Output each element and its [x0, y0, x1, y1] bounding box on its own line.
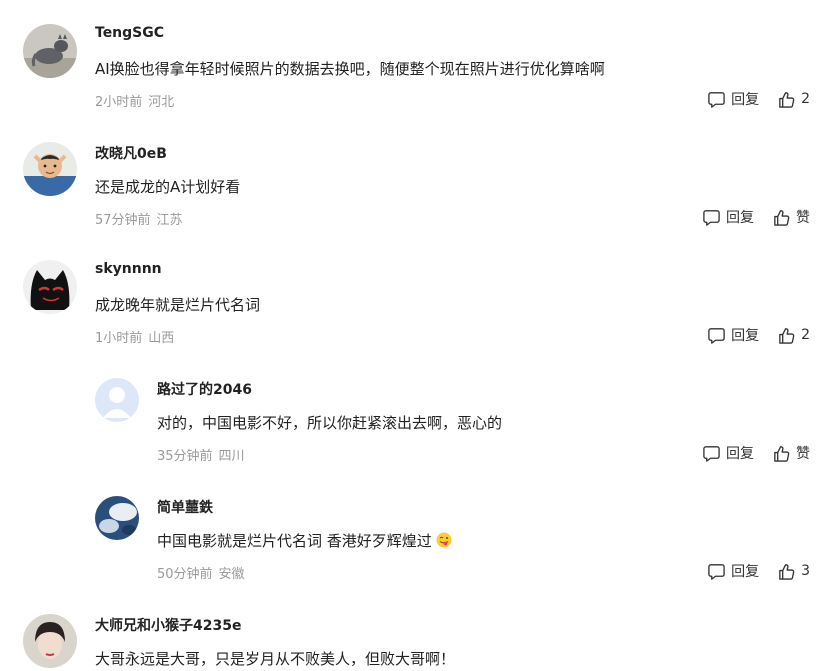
thumbs-up-icon	[774, 445, 790, 462]
username[interactable]: TengSGC	[95, 25, 164, 41]
thumbs-up-icon	[779, 563, 795, 580]
like-button[interactable]: 赞	[772, 207, 810, 227]
comment-text: 还是成龙的A计划好看	[95, 178, 241, 196]
timestamp: 1小时前	[95, 331, 143, 346]
location: 江苏	[156, 213, 183, 228]
thumbs-up-icon	[779, 91, 795, 108]
timestamp: 2小时前	[95, 95, 143, 110]
username[interactable]: 简单蘁鉄	[157, 497, 213, 517]
comment-meta: 1小时前 山西	[95, 327, 174, 346]
username[interactable]: skynnnn	[95, 261, 162, 277]
reply-label: 回复	[731, 564, 760, 580]
comment-text: 成龙晚年就是烂片代名词	[95, 296, 261, 314]
reply-label: 回复	[731, 92, 760, 108]
comment-meta: 57分钟前 江苏	[95, 209, 183, 228]
reply-label: 回复	[726, 446, 754, 462]
like-label: 3	[801, 563, 810, 579]
username[interactable]: 改晓凡0eB	[95, 143, 167, 163]
comment-bubble-icon	[708, 327, 725, 344]
avatar[interactable]	[95, 496, 139, 540]
location: 安徽	[218, 567, 245, 582]
comment-actions: 回复 赞	[702, 207, 810, 227]
like-label: 2	[801, 91, 810, 107]
like-button[interactable]: 2	[777, 90, 810, 109]
like-label: 2	[801, 327, 810, 343]
avatar[interactable]	[23, 614, 77, 668]
comment-bubble-icon	[703, 209, 720, 226]
comment-meta: 35分钟前 四川	[157, 445, 245, 464]
timestamp: 57分钟前	[95, 213, 151, 228]
thumbs-up-icon	[779, 327, 795, 344]
comment-meta: 50分钟前 安徽	[157, 563, 245, 582]
username[interactable]: 大师兄和小猴子4235e	[95, 615, 241, 635]
comment-text: AI换脸也得拿年轻时候照片的数据去换吧，随便整个现在照片进行优化算啥啊	[95, 60, 605, 78]
comment-text: 大哥永远是大哥，只是岁月从不败美人，但败大哥啊！	[95, 650, 456, 668]
comment-text: 对的，中国电影不好，所以你赶紧滚出去啊，恶心的	[157, 414, 503, 432]
like-button[interactable]: 2	[777, 326, 810, 345]
like-button[interactable]: 赞	[772, 443, 810, 463]
reply-label: 回复	[731, 328, 760, 344]
comment-text: 中国电影就是烂片代名词 香港好歹辉煌过	[157, 530, 452, 551]
comment-bubble-icon	[703, 445, 720, 462]
timestamp: 50分钟前	[157, 567, 213, 582]
like-button[interactable]: 3	[777, 562, 810, 581]
comment-actions: 回复 赞	[702, 443, 810, 463]
comment-actions: 回复 2	[707, 89, 810, 109]
reply-button[interactable]: 回复	[707, 561, 759, 581]
avatar[interactable]	[95, 378, 139, 422]
comment-actions: 回复 3	[707, 561, 810, 581]
avatar[interactable]	[23, 260, 77, 314]
reply-label: 回复	[726, 210, 754, 226]
comment-text-body: 中国电影就是烂片代名词 香港好歹辉煌过	[157, 532, 432, 550]
location: 河北	[148, 95, 175, 110]
location: 山西	[148, 331, 175, 346]
avatar[interactable]	[23, 142, 77, 196]
comment-bubble-icon	[708, 91, 725, 108]
like-label: 赞	[796, 210, 810, 226]
reply-button[interactable]: 回复	[702, 443, 754, 463]
reply-button[interactable]: 回复	[702, 207, 754, 227]
username[interactable]: 路过了的2046	[157, 379, 252, 399]
comment-bubble-icon	[708, 563, 725, 580]
reply-button[interactable]: 回复	[707, 89, 759, 109]
comment-meta: 2小时前 河北	[95, 91, 174, 110]
like-label: 赞	[796, 446, 810, 462]
timestamp: 35分钟前	[157, 449, 213, 464]
winking-tongue-emoji	[436, 532, 452, 548]
location: 四川	[218, 449, 245, 464]
reply-button[interactable]: 回复	[707, 325, 759, 345]
thumbs-up-icon	[774, 209, 790, 226]
avatar[interactable]	[23, 24, 77, 78]
comment-actions: 回复 2	[707, 325, 810, 345]
